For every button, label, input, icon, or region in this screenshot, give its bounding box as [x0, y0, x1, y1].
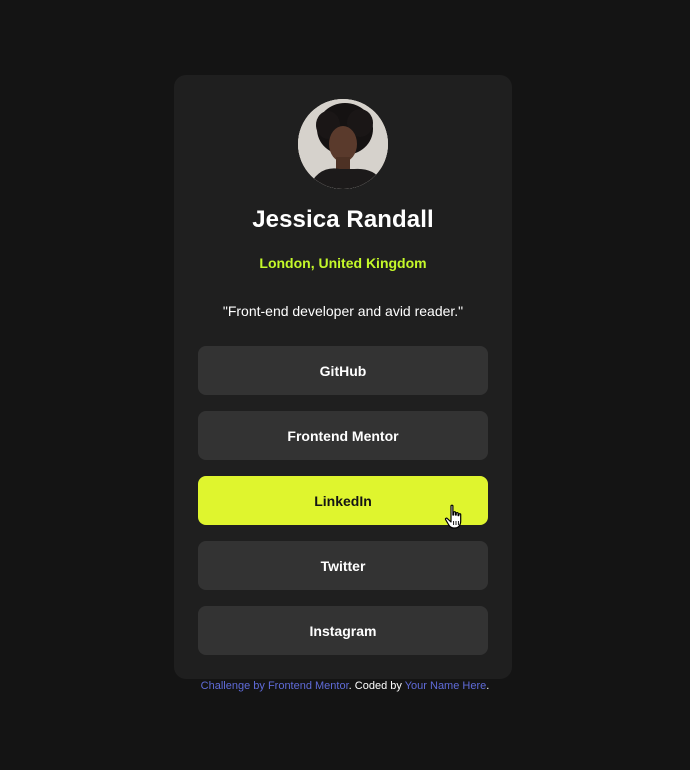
frontend-mentor-button[interactable]: Frontend Mentor — [198, 411, 488, 460]
profile-location: London, United Kingdom — [259, 255, 427, 271]
hand-pointer-icon — [444, 504, 462, 529]
twitter-button[interactable]: Twitter — [198, 541, 488, 590]
author-link[interactable]: Your Name Here — [405, 680, 487, 692]
instagram-button[interactable]: Instagram — [198, 606, 488, 655]
linkedin-button-label: LinkedIn — [314, 492, 372, 509]
github-button-label: GitHub — [319, 362, 367, 379]
avatar — [298, 99, 388, 189]
profile-name: Jessica Randall — [252, 206, 434, 233]
github-button[interactable]: GitHub — [198, 346, 488, 395]
avatar-image — [298, 99, 388, 189]
linkedin-button[interactable]: LinkedIn — [198, 476, 488, 529]
social-links: GitHub Frontend Mentor LinkedIn Twitter … — [198, 346, 488, 671]
coded-by-text: . Coded by — [348, 680, 405, 692]
challenge-link[interactable]: Challenge by Frontend Mentor — [201, 680, 349, 692]
profile-bio: "Front-end developer and avid reader." — [222, 303, 464, 319]
frontend-mentor-button-label: Frontend Mentor — [287, 427, 399, 444]
attribution-end: . — [486, 680, 490, 692]
twitter-button-label: Twitter — [320, 557, 366, 574]
attribution: Challenge by Frontend Mentor. Coded by Y… — [0, 680, 690, 692]
profile-card: Jessica Randall London, United Kingdom "… — [174, 75, 512, 679]
instagram-button-label: Instagram — [309, 622, 377, 639]
